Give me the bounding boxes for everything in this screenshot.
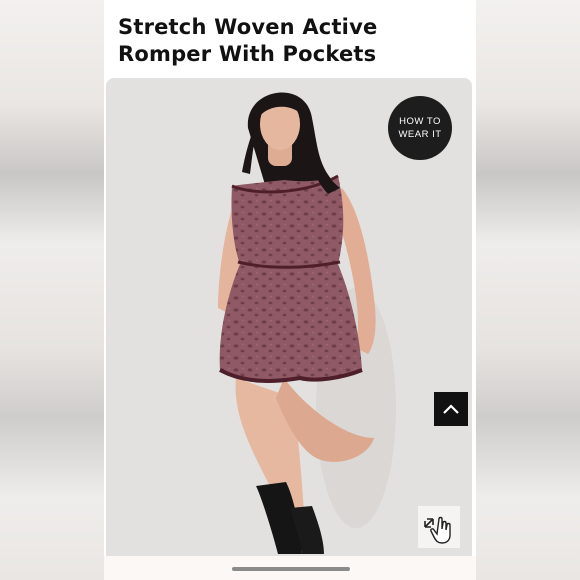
product-title-line1: Stretch Woven Active [118,15,378,39]
product-title-line2: Romper With Pockets [118,42,377,66]
product-title: Stretch Woven Active Romper With Pockets [118,14,458,68]
product-page: Stretch Woven Active Romper With Pockets [104,0,476,580]
left-blurred-background [0,0,104,580]
hand-pointer-expand-icon [424,516,451,544]
how-to-wear-it-button[interactable]: HOW TO WEAR IT [388,96,452,160]
chevron-up-icon [443,404,459,414]
scroll-to-top-button[interactable] [434,392,468,426]
zoom-image-button[interactable] [418,506,460,548]
right-blurred-background [476,0,580,580]
how-to-label-line1: HOW TO [399,116,441,127]
how-to-label-line2: WEAR IT [398,129,442,140]
home-indicator[interactable] [232,567,350,571]
